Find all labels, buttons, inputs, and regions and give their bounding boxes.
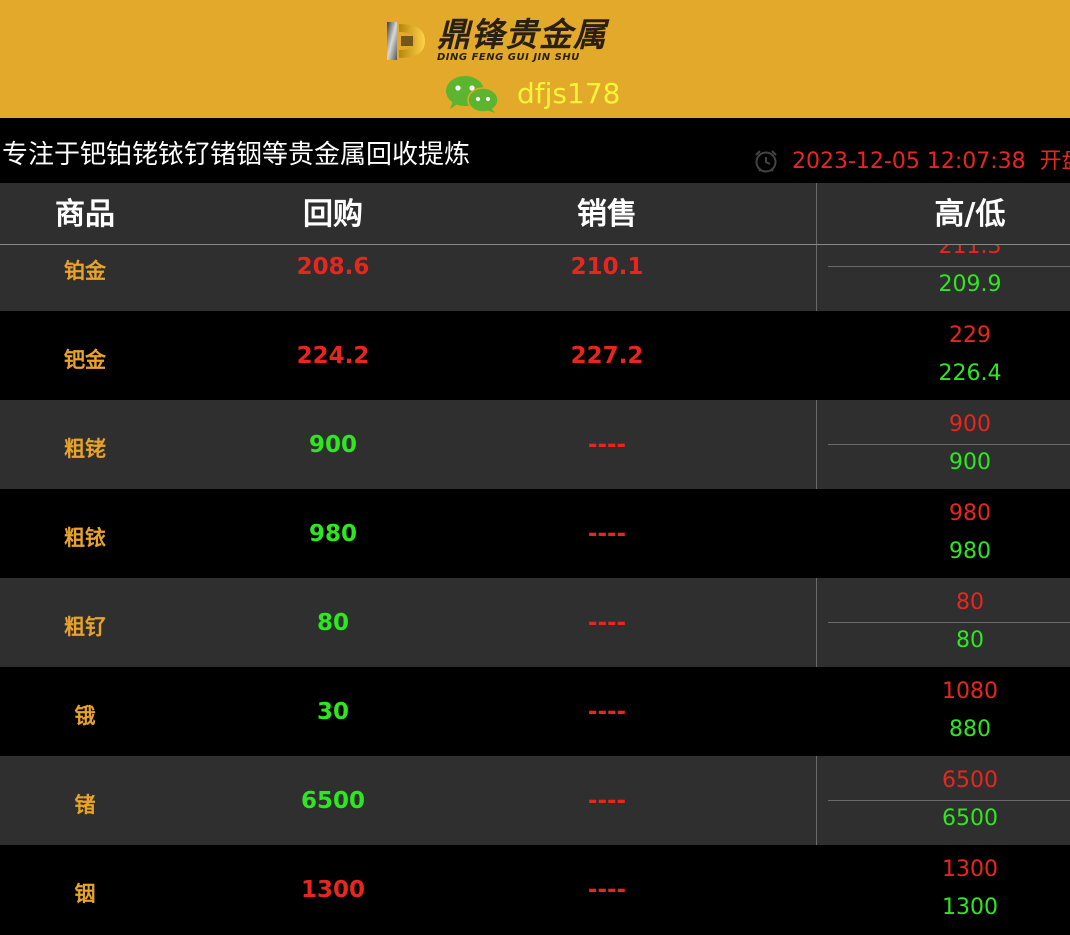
buyback-price: 80 [316, 610, 349, 636]
brand-logo: 鼎锋贵金属 DING FENG GUI JIN SHU [383, 18, 607, 64]
product-name: 铟 [74, 882, 96, 906]
high-low-separator [828, 800, 1070, 801]
product-name: 粗铱 [64, 526, 106, 550]
product-name: 钯金 [64, 348, 106, 372]
low-price: 880 [949, 717, 991, 742]
wechat-id: dfjs178 [517, 77, 621, 110]
high-price: 211.3 [938, 245, 1002, 259]
high-price: 6500 [942, 768, 998, 793]
table-row[interactable]: 粗铑 900 ---- 900 900 [0, 400, 1070, 489]
sale-price: 210.1 [570, 254, 644, 280]
high-low-separator [828, 444, 1070, 445]
logo-mark-icon [387, 22, 425, 60]
wechat-icon [446, 76, 499, 113]
brand-header: 鼎锋贵金属 DING FENG GUI JIN SHU dfjs178 [0, 0, 1070, 118]
table-row[interactable]: 粗铱 980 ---- 980 980 [0, 489, 1070, 578]
product-name: 铂金 [64, 259, 106, 283]
table-row[interactable]: 粗钌 80 ---- 80 80 [0, 578, 1070, 667]
sale-price: ---- [587, 521, 627, 547]
market-status: 开盘 [1039, 149, 1070, 174]
sale-price: ---- [587, 432, 627, 458]
table-row[interactable]: 铂金 208.6 210.1 211.3 209.9 [0, 245, 1070, 311]
table-row[interactable]: 锗 6500 ---- 6500 6500 [0, 756, 1070, 845]
low-price: 209.9 [938, 272, 1002, 297]
buyback-price: 1300 [300, 877, 365, 903]
product-name: 粗铑 [64, 437, 106, 461]
logo-pinyin-text: DING FENG GUI JIN SHU [437, 52, 580, 63]
high-low-separator [828, 622, 1070, 623]
low-price: 6500 [942, 806, 998, 831]
low-price: 900 [949, 450, 991, 475]
buyback-price: 980 [308, 521, 357, 547]
table-row[interactable]: 铟 1300 ---- 1300 1300 [0, 845, 1070, 934]
buyback-price: 30 [316, 699, 349, 725]
slogan-text: 专注于钯铂铑铱钌锗铟等贵金属回收提炼 [2, 140, 471, 170]
high-low-divider [816, 400, 817, 489]
high-price: 229 [949, 323, 991, 348]
table-row[interactable]: 锇 30 ---- 1080 880 [0, 667, 1070, 756]
logo-chinese-text: 鼎锋贵金属 [437, 15, 607, 54]
high-price: 980 [949, 501, 991, 526]
buyback-price: 208.6 [296, 254, 370, 280]
low-price: 980 [949, 539, 991, 564]
sale-price: 227.2 [570, 343, 644, 369]
high-price: 1300 [942, 857, 998, 882]
high-price: 80 [956, 590, 984, 615]
sale-price: ---- [587, 788, 627, 814]
high-low-divider [816, 245, 817, 311]
datetime-value: 2023-12-05 12:07:38 [792, 149, 1026, 174]
sale-price: ---- [587, 877, 627, 903]
column-header-sale: 销售 [577, 197, 637, 232]
sale-price: ---- [587, 699, 627, 725]
buyback-price: 6500 [300, 788, 365, 814]
column-header-product: 商品 [55, 197, 115, 232]
table-row[interactable]: 钯金 224.2 227.2 229 226.4 [0, 311, 1070, 400]
price-table-body[interactable]: 铂金 208.6 210.1 211.3 209.9 钯金 224.2 227.2 229 226… [0, 245, 1070, 935]
datetime-status: 2023-12-05 12:07:38 开盘 [792, 148, 1070, 176]
alarm-clock-icon [755, 150, 777, 173]
buyback-price: 900 [308, 432, 357, 458]
product-name: 粗钌 [64, 615, 106, 639]
high-low-divider [816, 578, 817, 667]
high-low-divider [816, 756, 817, 845]
header-divider [816, 183, 817, 244]
info-bar: 专注于钯铂铑铱钌锗铟等贵金属回收提炼 2023-12-05 12:07:38 开… [0, 118, 1070, 183]
high-price: 900 [949, 412, 991, 437]
product-name: 锗 [74, 793, 96, 817]
low-price: 80 [956, 628, 984, 653]
column-header-high-low: 高/低 [934, 197, 1006, 232]
product-name: 锇 [74, 704, 96, 728]
wechat-contact[interactable]: dfjs178 [445, 74, 620, 114]
table-header: 商品 回购 销售 高/低 [0, 183, 1070, 245]
low-price: 226.4 [938, 361, 1002, 386]
column-header-buyback: 回购 [303, 197, 363, 232]
buyback-price: 224.2 [296, 343, 370, 369]
low-price: 1300 [942, 895, 998, 920]
high-low-separator [828, 266, 1070, 267]
sale-price: ---- [587, 610, 627, 636]
high-price: 1080 [942, 679, 998, 704]
